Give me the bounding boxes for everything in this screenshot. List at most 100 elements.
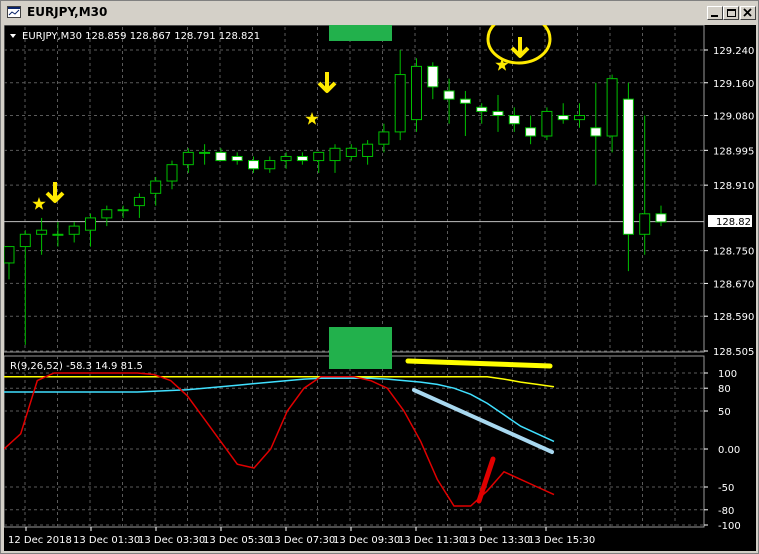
candle [394,50,406,141]
indicator-header: R(9,26,52) -58.3 14.9 81.5 [10,361,143,372]
candle-body [199,151,211,154]
candle [231,152,243,165]
candle [345,144,357,161]
candle-body [606,78,618,137]
candles [4,50,667,345]
candle-body [231,155,243,162]
candle-body [574,115,585,121]
candle-body [133,196,145,207]
maximize-icon [727,9,736,17]
candle [19,230,31,345]
price-axis-label: 129.080 [713,112,754,123]
minimize-button[interactable] [707,6,723,20]
annotations-front [32,25,554,504]
candle [329,144,341,173]
candle-body [443,90,455,100]
star-icon [305,112,319,125]
title-bar[interactable]: EURJPY,M30 [3,3,756,24]
candle-body [362,143,374,157]
price-axis-label: 128.910 [713,181,754,192]
star-icon [32,197,46,210]
indicator-axis-label: -100 [718,521,741,532]
candle-body [525,127,537,137]
candle [606,74,618,153]
down-arrow-icon [510,37,530,58]
candle [492,95,504,132]
price-axis-label: 128.590 [713,312,754,323]
candle [264,156,276,173]
indicator-axis-label: -50 [718,483,734,494]
candle-body [427,65,439,88]
price-axis-label: 128.750 [713,247,754,258]
header-dropdown-icon[interactable] [10,34,16,38]
chart-grid [4,25,705,528]
candle [378,123,390,153]
indicator-axis-label: -80 [718,506,734,517]
time-axis-label: 12 Dec 2018 [8,535,72,546]
candle-body [459,98,471,104]
candle-body [313,151,325,162]
candle-body [329,147,341,162]
price-axis-label: 128.505 [713,347,754,358]
indicator-axis-label: 100 [718,369,737,380]
candle [36,217,48,255]
close-icon [743,8,752,17]
candle [313,151,325,173]
chart-canvas[interactable]: 129.240 129.160 129.080 128.995 128.910 128.7… [4,25,756,551]
candle [68,222,80,243]
candle-body [541,110,553,137]
candle [280,152,292,169]
candle [525,115,537,145]
candle [199,144,211,165]
indicator-axis-label: 80 [718,384,731,395]
light-blue-trend-line [412,388,554,454]
maximize-button[interactable] [723,6,739,20]
chart-header: EURJPY,M30 128.859 128.867 128.791 128.8… [22,31,260,42]
candle-body [639,213,651,235]
candle-body [280,155,292,162]
time-axis-label: 13 Dec 05:30 [203,535,270,546]
candle-body [166,164,178,182]
indicator-lines [4,372,555,507]
current-price-label: 128.821 [716,217,756,228]
time-axis-label: 13 Dec 09:30 [333,535,400,546]
time-axis-label: 13 Dec 03:30 [138,535,205,546]
candle-body [296,155,308,162]
time-axis-label: 13 Dec 01:30 [73,535,140,546]
candle [362,140,374,165]
candle-body [150,180,162,194]
candle-body [492,110,504,117]
indicator-axis-label: 50 [718,407,731,418]
candle [133,193,145,218]
indicator-panel-frame [4,355,705,528]
red-trend-line [476,456,496,504]
chart-area[interactable]: 129.240 129.160 129.080 128.995 128.910 128.7… [4,25,756,551]
time-axis-label: 13 Dec 13:30 [463,535,530,546]
candle-body [655,213,667,223]
time-axis-label: 13 Dec 11:30 [398,535,465,546]
candle [557,103,569,124]
candle-body [182,151,194,166]
candle [215,148,227,162]
candle-body [36,229,48,235]
candle [541,107,553,141]
yellow-level-line [405,358,553,369]
indicator-line-red [4,372,555,507]
price-axis-label: 128.670 [713,279,754,290]
candle-body [264,160,276,170]
minimize-icon [711,15,718,17]
candle [248,156,259,173]
candle-body [476,106,488,112]
green-marker-top [329,25,392,41]
close-button[interactable] [740,6,756,20]
chart-window-icon [7,6,21,18]
candle-body [101,209,113,219]
price-axis-label: 129.240 [713,46,754,57]
candle-body [117,209,129,212]
candle [459,90,471,136]
time-axis: 12 Dec 2018 13 Dec 01:3013 Dec 03:3013 De… [8,527,595,546]
candle-body [394,74,406,133]
candle [590,82,602,186]
candle [296,152,308,165]
candle [476,103,488,124]
